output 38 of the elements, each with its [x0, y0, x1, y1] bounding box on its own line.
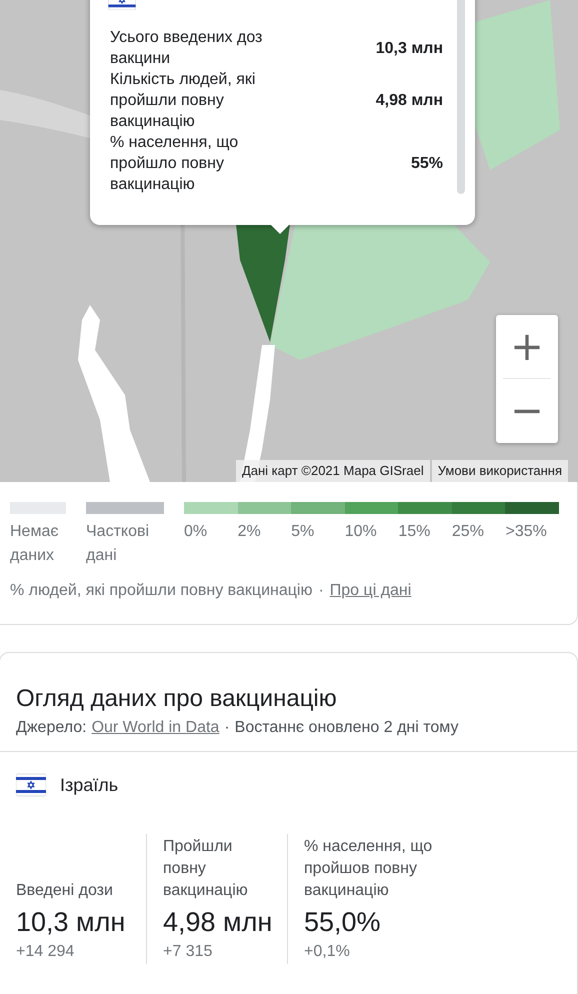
scale-label: 10% [344, 522, 378, 542]
map-attribution: Дані карт ©2021 Mapa GISrael [236, 460, 430, 482]
stat-label: Пройшли повну вакцинацію [163, 837, 249, 901]
stat-value: 10,3 млн [16, 906, 126, 939]
legend-label: Немає даних [10, 522, 60, 566]
scale-label: 0% [184, 522, 208, 542]
popup-label: % населення, що пройшло повну вакцинацію [110, 133, 240, 195]
popup-label: Кількість людей, які пройшли повну вакцинацію [110, 70, 256, 132]
stat-change: +14 294 [16, 942, 76, 962]
stat-label: Введені дози [16, 881, 114, 901]
popup-value: 4,98 млн [376, 91, 443, 111]
legend-label: Часткові дані [86, 522, 150, 566]
card-title: Огляд даних про вакцинацію [16, 684, 338, 714]
zoom-in-button[interactable]: + [496, 315, 558, 378]
source-label: Джерело: [16, 719, 87, 737]
terms-link[interactable]: Умови використання [432, 460, 568, 482]
scale-label: 5% [291, 522, 316, 542]
scale-label: 2% [238, 522, 262, 542]
scale-label: 15% [398, 522, 432, 542]
popup-value: 55% [410, 154, 443, 174]
legend-caption: % людей, які пройшли повну вакцинацію [10, 582, 312, 600]
about-data-link[interactable]: Про ці дані [330, 582, 412, 600]
country-name: Ізраїль [60, 774, 118, 796]
stat-label: % населення, що пройшов повну вакцинацію [304, 837, 434, 901]
popup-value: 10,3 млн [376, 38, 443, 58]
scale-label: 25% [452, 522, 485, 542]
scrollbar[interactable] [457, 0, 465, 194]
stat-change: +0,1% [304, 942, 351, 962]
stat-value: 55,0% [304, 906, 382, 939]
updated-text: Востаннє оновлено 2 дні тому [234, 719, 458, 737]
source-link[interactable]: Our World in Data [92, 719, 220, 737]
separator: · [224, 719, 230, 737]
popup-label: Усього введених доз вакцини [110, 28, 264, 69]
separator: · [318, 582, 324, 600]
scale-label: >35% [505, 522, 548, 542]
stat-value: 4,98 млн [163, 906, 274, 939]
stat-change: +7 315 [163, 942, 214, 962]
zoom-out-button[interactable]: − [496, 379, 558, 442]
